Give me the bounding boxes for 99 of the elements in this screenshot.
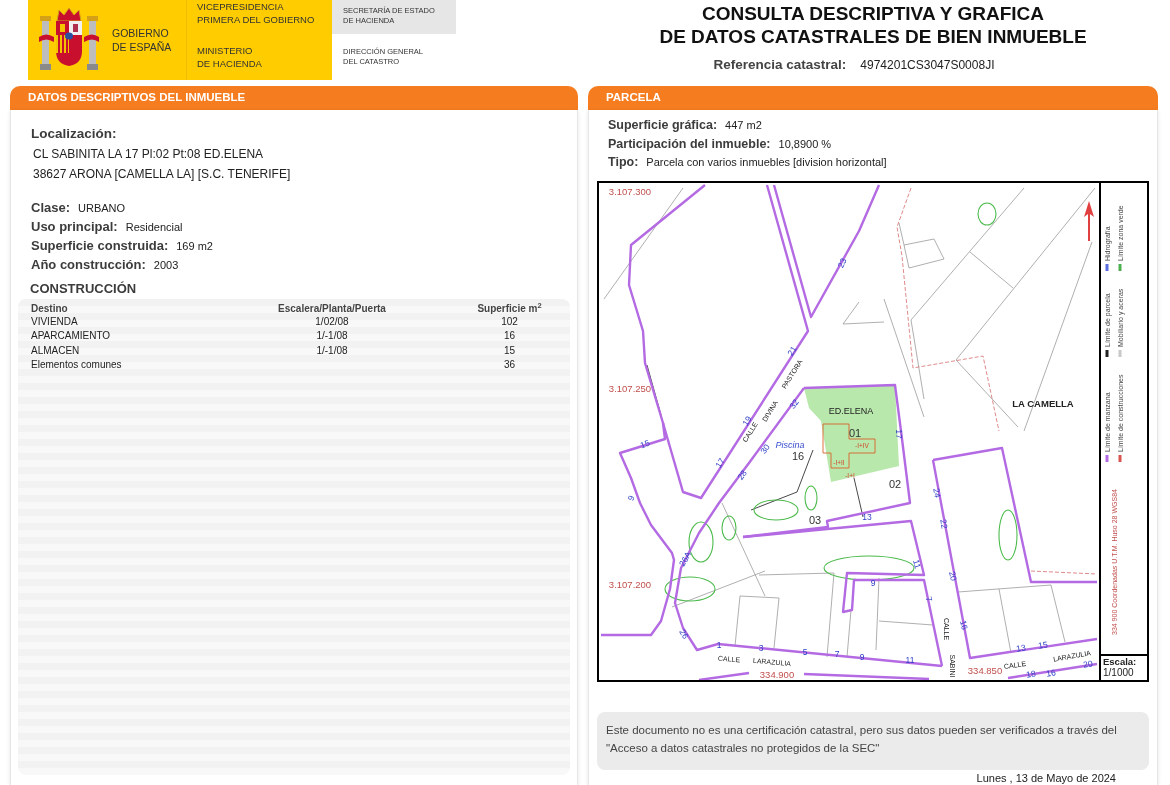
ministry-label: MINISTERIO DE HACIENDA [197,44,263,70]
house-number-label: 32 [787,396,801,411]
coat-of-arms-icon [38,7,100,73]
parcel-number-label: 02 [888,477,902,490]
field-value: 10,8900 % [778,136,832,152]
field-value: Residencial [125,220,183,235]
field-label: Clase: [31,199,71,217]
table-cell-text: APARCAMIENTO [31,329,112,344]
table-cell-text: 15 [502,343,517,358]
address-line: 38627 ARONA [CAMELLA LA] [S.C. TENERIFE] [33,166,292,182]
reference-label: Referencia catastral: [713,56,847,74]
house-number-label: 21 [785,343,799,358]
table-cell-text: 1/-1/08 [315,329,349,344]
table-cell-text: VIVIENDA [31,315,79,329]
field-label: Uso principal: [31,218,118,236]
section-heading: DATOS DESCRIPTIVOS DEL INMUEBLE [10,86,578,110]
field-label: Participación del inmueble: [608,135,771,153]
planted-area-outline [664,575,716,602]
field-value: 2003 [153,258,179,273]
building-name-label: ED.ELENA [828,405,874,416]
table-cell-text: 36 [502,358,517,373]
planted-area-outline [804,484,818,511]
house-number-label: 7 [923,594,935,603]
table-header-cell-text: Destino [31,302,69,315]
house-number-label: 9 [859,651,865,662]
reference-value: 4974201CS3047S0008JI [860,57,995,74]
table-cell-text: Elementos comunes [31,358,123,373]
house-number-label: 17 [713,455,727,470]
coordinate-label: 3.107.300 [608,185,652,196]
scale-value: 1/1000 [1103,667,1135,678]
table-cell-text: ALMACEN [31,343,81,358]
scale-label: Escala: [1103,657,1138,667]
vicepresidency-label: VICEPRESIDENCIA PRIMERA DEL GOBIERNO [197,0,316,26]
house-number-label: 5 [802,646,808,657]
house-number-label: 7 [834,648,840,659]
coordinate-label: 334.900 [759,668,795,679]
house-number-label: 16 [1045,666,1057,679]
planted-area-outline [977,201,997,226]
document-date: Lunes , 13 de Mayo de 2024 [976,771,1117,784]
house-number-label: 24 [931,486,943,499]
house-number-label: 17 [894,428,904,439]
field-label: Localización: [31,125,118,142]
parcel-number-label: 03 [808,513,822,526]
field-label: Año construcción: [31,256,146,274]
coordinate-label: 3.107.250 [608,382,652,393]
field-label: Superficie construida: [31,237,169,255]
house-number-label: 9 [870,577,876,588]
plot-line [846,609,852,657]
house-number-label: 9 [625,493,637,502]
government-label: GOBIERNO DE ESPAÑA [112,26,172,54]
parcel-number-label: 16 [791,449,805,462]
field-label: Superficie gráfica: [608,117,718,134]
coordinate-label: 3.107.200 [608,578,652,589]
house-number-label: 23 [835,256,849,269]
house-number-label: 3 [758,642,764,653]
house-number-label: 30 [758,441,772,456]
house-number-label: 18 [1025,667,1037,680]
disclaimer-notice: Este documento no es una certificación catastral, pero sus datos pueden ser verificados a través del "Acceso a datos catastrales no protegidos de la SEC" [597,711,1149,770]
house-number-label: 28 [735,467,749,482]
house-number-label: 26 [677,626,691,641]
field-value: Parcela con varios inmuebles [division horizontal] [646,155,887,170]
north-arrow-icon [1084,200,1094,241]
parcel-number-label: 01 [848,426,862,439]
house-number-label: 20 [946,569,960,582]
section-heading: PARCELA [588,86,1158,110]
house-number-label: 20 [1082,657,1094,670]
field-value: 169 m2 [176,239,213,254]
table-header-cell-text: Escalera/Planta/Puerta [277,302,387,315]
table-cell-text: 1/-1/08 [315,343,349,358]
coordinate-label: 334.850 [967,664,1003,675]
address-line: CL SABINITA LA 17 Pl:02 Pt:08 ED.ELENA [33,146,265,162]
house-number-label: 13 [862,511,872,522]
field-value: 447 m2 [725,118,762,133]
place-name-label: LA CAMELLA [1012,397,1074,408]
block-boundary-line [698,671,750,680]
field-label: Tipo: [608,154,639,171]
table-header-cell-text: Superficie m$^{2}$ [476,302,543,315]
house-number-label: 11 [905,654,915,665]
field-value: URBANO [78,201,126,216]
house-number-label: 1 [716,639,722,650]
planted-area-outline [753,498,799,521]
building-outline [822,423,876,468]
house-number-label: 15 [1037,638,1049,651]
pool-label: Piscina [775,439,805,450]
document-title: CONSULTA DESCRIPTIVA Y GRAFICA DE DATOS CATASTRALES DE BIEN INMUEBLE [659,2,1087,48]
table-cell-text: 1/02/08 [314,315,350,329]
planted-area-outline [721,514,737,541]
house-number-label: 11 [911,557,923,570]
house-number-label: 26A [676,549,694,568]
planted-area-outline [998,508,1018,561]
dashed-boundary-line [1030,570,1098,574]
house-number-label: 22 [938,517,950,530]
section-subheading: CONSTRUCCIÓN [30,280,138,297]
table-cell-text: 102 [500,315,519,329]
table-cell-text: 16 [502,329,517,344]
house-number-label: 15 [638,437,652,450]
house-number-label: 16 [957,618,971,631]
parcel-line [853,477,864,517]
house-number-label: 13 [1015,641,1027,654]
